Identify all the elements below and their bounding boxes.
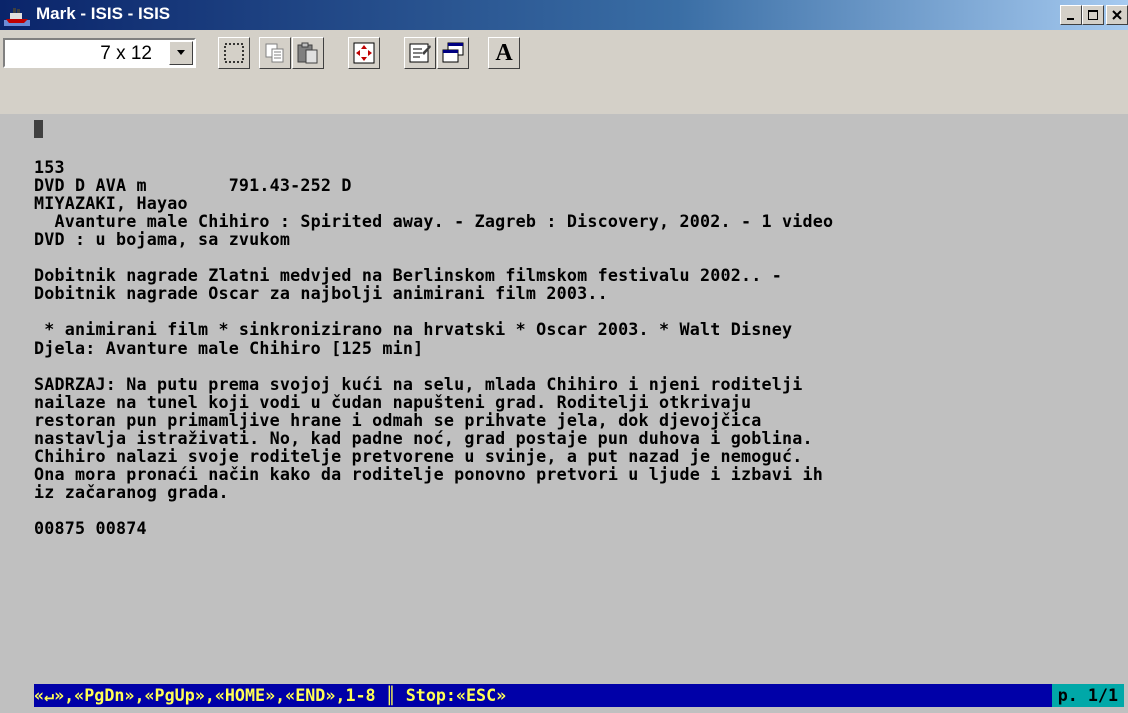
- paste-button[interactable]: [292, 37, 324, 69]
- terminal-screen: 153 DVD D AVA m 791.43-252 D MIYAZAKI, Hay…: [7, 114, 1124, 713]
- status-bar: «↵»,«PgDn»,«PgUp»,«HOME»,«END»,1-8 ║ Sto…: [34, 684, 1124, 707]
- title-bar[interactable]: Mark - ISIS - ISIS: [0, 0, 1128, 30]
- terminal-area[interactable]: 153 DVD D AVA m 791.43-252 D MIYAZAKI, Hay…: [0, 114, 1128, 713]
- record-line: Dobitnik nagrade Zlatni medvjed na Berli…: [34, 265, 783, 286]
- record-line: Djela: Avanture male Chihiro [125 min]: [34, 337, 424, 358]
- properties-button[interactable]: [404, 37, 436, 69]
- chevron-down-icon: [177, 50, 185, 55]
- toolbar: 7 x 12 A: [0, 30, 1128, 114]
- close-icon: [1112, 10, 1122, 20]
- record-line: Ona mora pronaći način kako da roditelje…: [34, 463, 823, 484]
- maximize-button[interactable]: [1082, 5, 1104, 25]
- copy-icon: [265, 43, 284, 63]
- record-line: SADRZAJ: Na putu prema svojoj kući na se…: [34, 373, 803, 394]
- font-size-value: 7 x 12: [100, 43, 152, 64]
- select-button[interactable]: [218, 37, 250, 69]
- background-icon: [442, 42, 464, 63]
- record-line: nastavlja istraživati. No, kad padne noć…: [34, 427, 813, 448]
- record-line: 00875 00874: [34, 518, 147, 538]
- record-line: nailaze na tunel koji vodi u čudan napuš…: [34, 391, 752, 412]
- minimize-icon: [1067, 18, 1074, 20]
- page-indicator: p. 1/1: [1052, 684, 1124, 707]
- status-keys: «↵»,«PgDn»,«PgUp»,«HOME»,«END»,1-8 ║ Sto…: [34, 685, 507, 705]
- record-line: * animirani film * sinkronizirano na hrv…: [34, 319, 793, 340]
- maximize-icon: [1088, 10, 1098, 20]
- record-line: DVD : u bojama, sa zvukom: [34, 229, 291, 250]
- window-title: Mark - ISIS - ISIS: [36, 4, 171, 23]
- fullscreen-icon: [353, 42, 375, 64]
- record-line: Avanture male Chihiro : Spirited away. -…: [34, 211, 834, 232]
- font-size-select[interactable]: 7 x 12: [3, 38, 196, 68]
- paste-icon: [297, 42, 318, 64]
- record-line: Dobitnik nagrade Oscar za najbolji animi…: [34, 283, 608, 304]
- fullscreen-button[interactable]: [348, 37, 380, 69]
- font-button[interactable]: A: [488, 37, 520, 69]
- ship-icon: [4, 8, 30, 26]
- record-line: iz začaranog grada.: [34, 481, 229, 502]
- record-line: Chihiro nalazi svoje roditelje pretvoren…: [34, 445, 803, 466]
- font-icon: A: [495, 39, 513, 66]
- properties-icon: [409, 43, 431, 63]
- cursor: [34, 120, 43, 138]
- record-line: 153: [34, 157, 65, 177]
- minimize-button[interactable]: [1060, 5, 1082, 25]
- record-line: MIYAZAKI, Hayao: [34, 193, 188, 214]
- copy-button[interactable]: [259, 37, 291, 69]
- dropdown-button[interactable]: [169, 41, 193, 65]
- record-line: DVD D AVA m 791.43-252 D: [34, 175, 352, 196]
- close-button[interactable]: [1106, 5, 1128, 25]
- background-button[interactable]: [437, 37, 469, 69]
- select-icon: [224, 43, 244, 63]
- record-line: restoran pun primamljive hrane i odmah s…: [34, 409, 762, 430]
